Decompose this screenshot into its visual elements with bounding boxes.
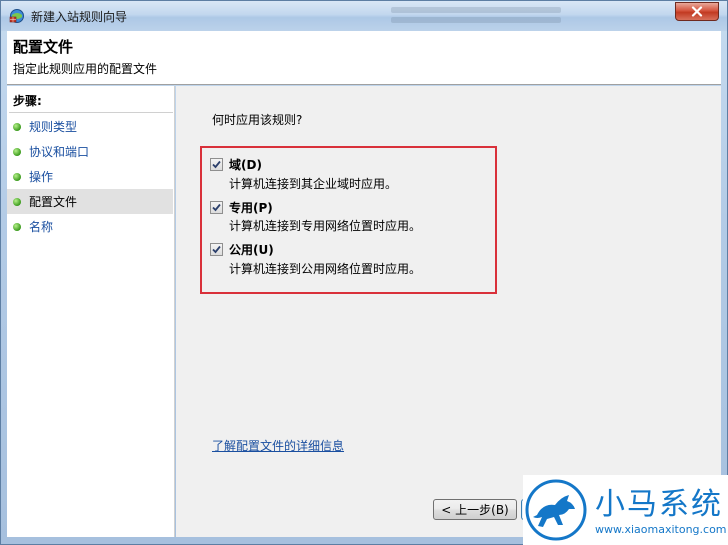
sidebar-item-rule-type[interactable]: 规则类型 <box>7 114 173 139</box>
watermark: 小马系统 www.xiaomaxitong.com <box>523 475 728 545</box>
wizard-header: 配置文件 指定此规则应用的配置文件 <box>7 31 721 85</box>
sidebar-item-label: 配置文件 <box>29 195 78 209</box>
watermark-url: www.xiaomaxitong.com <box>595 523 727 536</box>
page-title: 配置文件 <box>13 38 74 56</box>
private-label[interactable]: 专用(P) <box>229 199 273 216</box>
sidebar-item-name[interactable]: 名称 <box>7 214 173 239</box>
sidebar-item-label: 操作 <box>29 170 54 184</box>
steps-heading: 步骤: <box>13 94 42 108</box>
domain-description: 计算机连接到其企业域时应用。 <box>229 177 398 191</box>
background-window-ghost <box>391 3 561 27</box>
watermark-title: 小马系统 <box>595 487 723 522</box>
step-bullet-icon <box>13 147 21 156</box>
profile-info-link[interactable]: 了解配置文件的详细信息 <box>212 437 344 454</box>
private-checkbox[interactable] <box>210 201 223 214</box>
sidebar-item-action[interactable]: 操作 <box>7 164 173 189</box>
public-checkbox[interactable] <box>210 243 223 256</box>
question-text: 何时应用该规则? <box>212 113 303 127</box>
private-checkbox-row[interactable]: 专用(P) <box>210 199 273 216</box>
firewall-icon <box>9 9 24 23</box>
checkmark-icon <box>212 160 221 169</box>
close-icon <box>691 6 703 17</box>
public-description: 计算机连接到公用网络位置时应用。 <box>229 262 422 276</box>
sidebar-item-profile[interactable]: 配置文件 <box>7 189 173 214</box>
private-description: 计算机连接到专用网络位置时应用。 <box>229 219 422 233</box>
sidebar-item-label: 名称 <box>29 220 54 234</box>
checkmark-icon <box>212 203 221 212</box>
main-content: 何时应用该规则? 域(D) 计算机连接到其企业域时应用。 专用(P) 计算机连接… <box>176 86 721 537</box>
domain-checkbox[interactable] <box>210 158 223 171</box>
checkmark-icon <box>212 245 221 254</box>
close-button[interactable] <box>675 2 719 21</box>
sidebar-item-protocol-ports[interactable]: 协议和端口 <box>7 139 173 164</box>
wizard-window: 新建入站规则向导 配置文件 指定此规则应用的配置文件 步骤: 规则类型 协议和端… <box>0 0 728 545</box>
public-label[interactable]: 公用(U) <box>229 241 274 258</box>
horse-logo-icon <box>525 479 587 541</box>
steps-sidebar: 步骤: 规则类型 协议和端口 操作 配置文件 名称 <box>7 86 175 537</box>
step-bullet-icon <box>13 122 21 131</box>
steps-divider <box>9 112 173 113</box>
public-checkbox-row[interactable]: 公用(U) <box>210 241 274 258</box>
sidebar-item-label: 规则类型 <box>29 120 78 134</box>
page-subtitle: 指定此规则应用的配置文件 <box>13 62 158 76</box>
sidebar-item-label: 协议和端口 <box>29 145 90 159</box>
window-title: 新建入站规则向导 <box>31 10 128 24</box>
step-bullet-icon <box>13 222 21 231</box>
step-bullet-icon <box>13 172 21 181</box>
domain-label[interactable]: 域(D) <box>229 156 262 173</box>
title-bar[interactable]: 新建入站规则向导 <box>1 1 727 31</box>
back-button[interactable]: < 上一步(B) <box>433 499 517 520</box>
domain-checkbox-row[interactable]: 域(D) <box>210 156 262 173</box>
step-bullet-icon <box>13 197 21 206</box>
